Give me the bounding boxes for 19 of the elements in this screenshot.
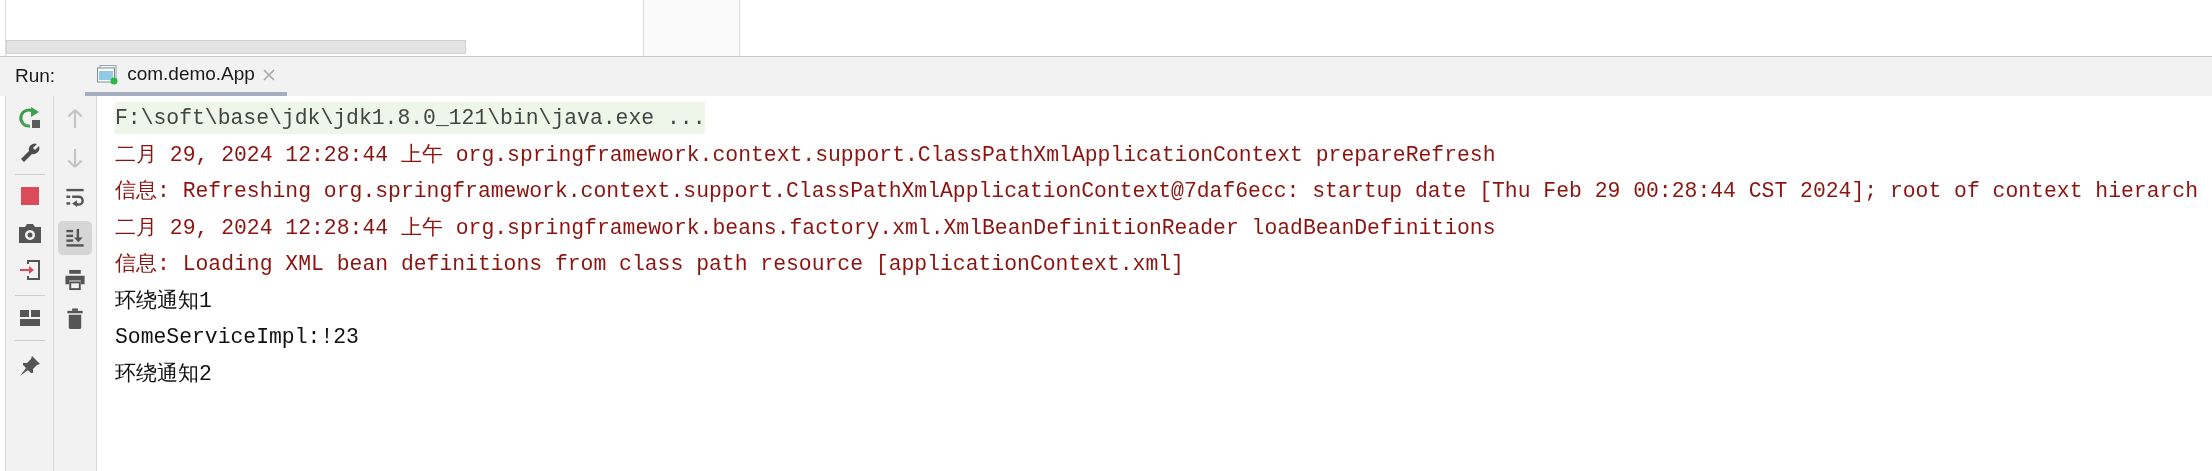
- run-label: Run:: [15, 64, 56, 89]
- window-icon: [97, 64, 120, 85]
- console-line: 信息: Loading XML bean definitions from class path resource [applicationContext.xml]: [115, 251, 1184, 279]
- exit-icon[interactable]: [18, 259, 41, 281]
- layout-icon[interactable]: [19, 310, 40, 326]
- rerun-icon[interactable]: [17, 106, 42, 130]
- horizontal-scrollbar[interactable]: [6, 40, 466, 54]
- console-line: 二月 29, 2024 12:28:44 上午 org.springframework.context.support.ClassPathXmlApplicationContext prepareRefresh: [115, 141, 1496, 169]
- console-line: 信息: Refreshing org.springframework.context.support.ClassPathXmlApplicationContext@7daf6ecc: startup date [Thu Feb 29 00:28:44 CST 2024]; root of context hierarch: [115, 178, 2198, 206]
- console-line: 环绕通知1: [115, 287, 212, 315]
- run-tab[interactable]: com.demo.App: [85, 57, 287, 96]
- console-line: 环绕通知2: [115, 360, 212, 388]
- stop-icon[interactable]: [20, 187, 39, 205]
- scroll-to-end-icon[interactable]: [58, 221, 92, 255]
- console-line: SomeServiceImpl:!23: [115, 324, 359, 352]
- console-line: 二月 29, 2024 12:28:44 上午 org.springframework.beans.factory.xml.XmlBeanDefinitionReader loadBeanDefinitions: [115, 214, 1496, 242]
- camera-icon[interactable]: [18, 223, 41, 243]
- tab-label: com.demo.App: [127, 62, 255, 87]
- pin-icon[interactable]: [18, 355, 41, 377]
